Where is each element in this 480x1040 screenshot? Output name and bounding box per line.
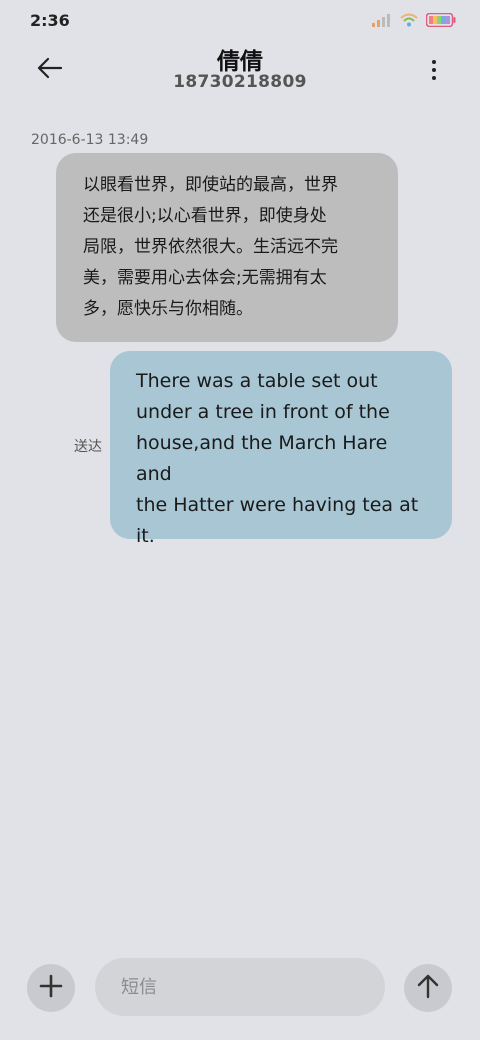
- message-line: 还是很小;以心看世界，即使身处: [83, 206, 327, 226]
- message-line: 多，愿快乐与你相随。: [83, 299, 253, 319]
- message-timestamp: 2016-6-13 13:49: [31, 132, 149, 148]
- message-line: under a tree in front of the: [136, 401, 390, 423]
- message-line: 美，需要用心去体会;无需拥有太: [83, 268, 327, 288]
- more-vertical-icon: [432, 60, 436, 64]
- message-input[interactable]: [95, 958, 385, 1016]
- add-attachment-button[interactable]: [27, 964, 75, 1012]
- message-line: the Hatter were having tea at: [136, 494, 419, 516]
- more-options-button[interactable]: [422, 54, 446, 86]
- incoming-message-bubble[interactable]: 以眼看世界，即使站的最高，世界 还是很小;以心看世界，即使身处 局限，世界依然很…: [56, 153, 398, 342]
- message-line: 局限，世界依然很大。生活远不完: [83, 237, 338, 257]
- contact-name: 倩倩: [217, 49, 263, 75]
- signal-icon: [372, 12, 392, 31]
- wifi-icon: [400, 12, 418, 31]
- send-button[interactable]: [404, 964, 452, 1012]
- status-bar: 2:36: [0, 0, 480, 40]
- battery-icon: [425, 12, 456, 31]
- arrow-up-icon: [416, 973, 440, 1003]
- message-line: 以眼看世界，即使站的最高，世界: [83, 175, 338, 195]
- message-line: There was a table set out: [136, 370, 378, 392]
- conversation-header: 倩倩 18730218809: [0, 40, 480, 104]
- plus-icon: [39, 974, 63, 1002]
- message-line: house,and the March Hare and: [136, 432, 388, 485]
- status-time: 2:36: [30, 11, 70, 30]
- more-vertical-icon: [432, 68, 436, 72]
- contact-number: 18730218809: [173, 72, 307, 92]
- status-icons: [372, 12, 456, 31]
- delivery-status: 送达: [74, 439, 102, 455]
- message-line: it.: [136, 525, 155, 547]
- more-vertical-icon: [432, 76, 436, 80]
- outgoing-message-bubble[interactable]: There was a table set out under a tree i…: [110, 351, 452, 547]
